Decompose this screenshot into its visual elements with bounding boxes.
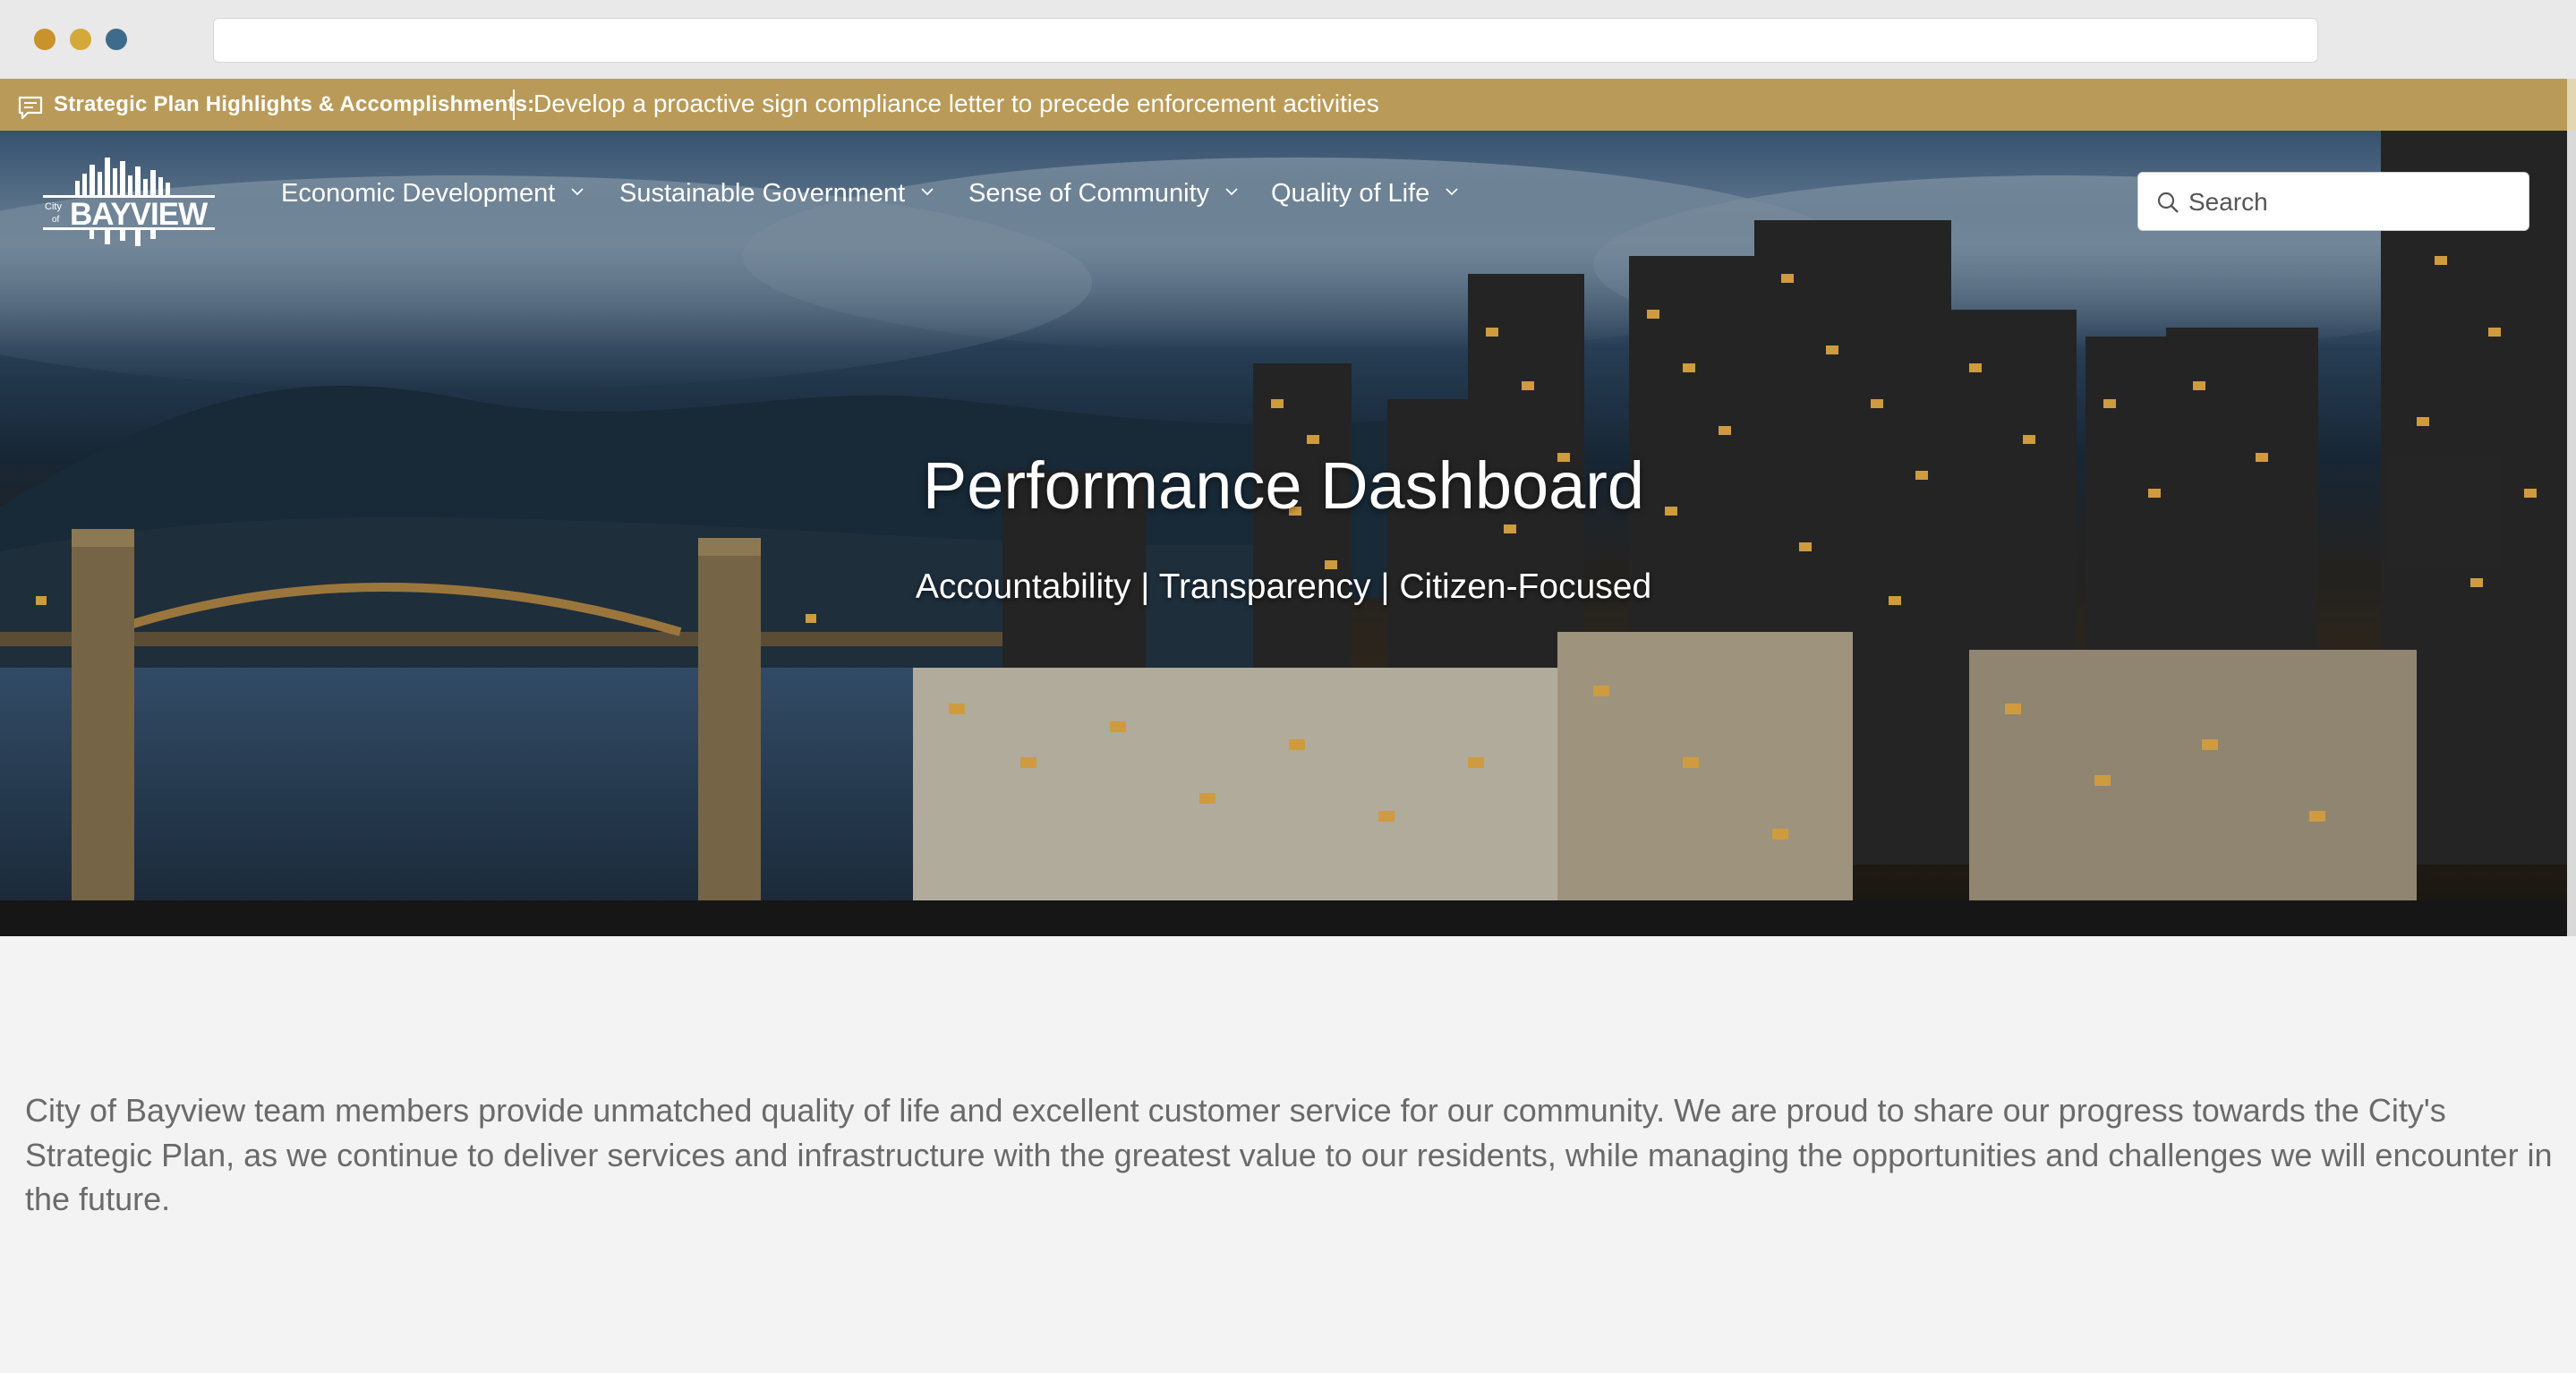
message-icon xyxy=(18,96,43,120)
address-bar[interactable] xyxy=(213,18,2318,63)
nav-quality-of-life-label: Quality of Life xyxy=(1271,179,1430,208)
announcement-bar: Strategic Plan Highlights & Accomplishme… xyxy=(0,79,2576,131)
search-icon xyxy=(2157,192,2179,213)
city-logo[interactable]: City of BAYVIEW xyxy=(39,154,218,252)
nav-economic-development-label: Economic Development xyxy=(281,179,556,208)
announcement-message[interactable]: Develop a proactive sign compliance lett… xyxy=(533,89,1379,119)
logo-prefix-bottom: of xyxy=(52,215,60,225)
scrollbar-track[interactable] xyxy=(2567,131,2576,936)
announcement-divider xyxy=(513,90,515,120)
nav-economic-development[interactable]: Economic Development xyxy=(281,175,584,211)
page-title: Performance Dashboard xyxy=(922,448,1645,523)
nav-quality-of-life[interactable]: Quality of Life xyxy=(1271,175,1458,211)
logo-name: BAYVIEW xyxy=(70,197,208,232)
search-input[interactable] xyxy=(2187,182,2512,223)
chevron-down-icon xyxy=(1225,188,1238,196)
logo-prefix-top: City xyxy=(45,201,62,212)
browser-chrome xyxy=(0,0,2576,79)
search-box[interactable] xyxy=(2137,172,2529,231)
nav-sustainable-government[interactable]: Sustainable Government xyxy=(619,175,934,211)
nav-sense-of-community[interactable]: Sense of Community xyxy=(968,175,1238,211)
scrollbar-edge xyxy=(2567,79,2576,131)
chevron-down-icon xyxy=(571,188,584,196)
nav-sustainable-government-label: Sustainable Government xyxy=(619,179,906,208)
window-maximize-dot[interactable] xyxy=(106,29,127,50)
hero-banner: City of BAYVIEW Economic Development Sus… xyxy=(0,131,2567,936)
chevron-down-icon xyxy=(921,188,934,196)
intro-paragraph: City of Bayview team members provide unm… xyxy=(25,1092,2553,1217)
window-minimize-dot[interactable] xyxy=(70,29,91,50)
chevron-down-icon xyxy=(1446,188,1458,196)
hero-overlay xyxy=(0,131,2567,936)
announcement-label: Strategic Plan Highlights & Accomplishme… xyxy=(54,92,535,116)
window-close-dot[interactable] xyxy=(34,29,55,50)
page-subtitle: Accountability | Transparency | Citizen-… xyxy=(915,567,1652,606)
nav-sense-of-community-label: Sense of Community xyxy=(968,179,1210,208)
